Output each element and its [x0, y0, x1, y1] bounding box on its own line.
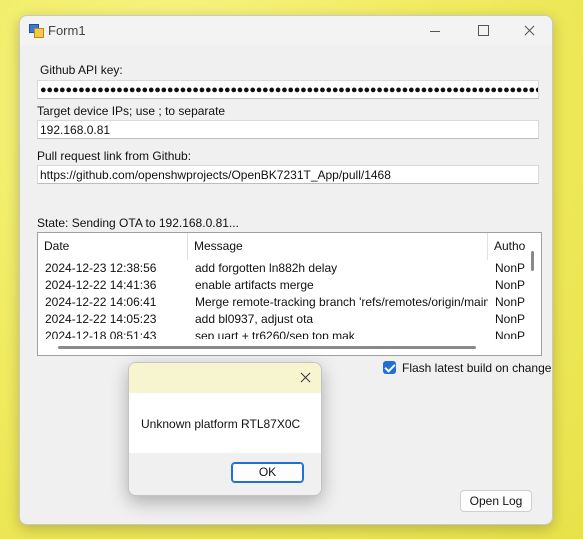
- flash-latest-checkbox[interactable]: [383, 361, 396, 374]
- cell-date: 2024-12-22 14:05:23: [45, 312, 157, 326]
- maximize-button[interactable]: [460, 16, 506, 46]
- cell-date: 2024-12-23 12:38:56: [45, 261, 157, 275]
- message-box: Unknown platform RTL87X0C OK: [128, 362, 322, 496]
- cell-message: add forgotten ln882h delay: [195, 261, 338, 275]
- pr-link-input[interactable]: https://github.com/openshwprojects/OpenB…: [37, 165, 539, 184]
- horizontal-scrollbar[interactable]: [38, 339, 541, 355]
- cell-author: NonP: [495, 278, 526, 292]
- vertical-scrollbar[interactable]: [526, 233, 540, 341]
- table-row[interactable]: 2024-12-22 14:05:23 add bl0937, adjust o…: [38, 311, 541, 328]
- column-header-message[interactable]: Message: [188, 233, 488, 260]
- cell-author: NonP: [495, 295, 526, 309]
- ips-input[interactable]: 192.168.0.81: [37, 120, 539, 139]
- cell-date: 2024-12-22 14:06:41: [45, 295, 157, 309]
- api-key-label: Github API key:: [40, 63, 123, 77]
- ips-label: Target device IPs; use ; to separate: [37, 104, 226, 118]
- cell-message: add bl0937, adjust ota: [195, 312, 314, 326]
- column-header-author[interactable]: Autho: [488, 233, 528, 260]
- cell-message: Merge remote-tracking branch 'refs/remot…: [195, 295, 488, 309]
- close-button[interactable]: [506, 16, 552, 46]
- commits-grid[interactable]: Date Message Autho 2024-12-23 12:38:56 a…: [37, 232, 542, 356]
- flash-latest-label[interactable]: Flash latest build on change: [402, 361, 551, 375]
- open-log-button[interactable]: Open Log: [460, 490, 532, 512]
- checkmark-icon: [384, 361, 396, 373]
- table-row[interactable]: 2024-12-22 14:06:41 Merge remote-trackin…: [38, 294, 541, 311]
- window-title: Form1: [48, 23, 86, 38]
- dialog-footer: OK: [129, 453, 321, 495]
- minimize-icon: [430, 31, 440, 32]
- state-label: State: Sending OTA to 192.168.0.81...: [37, 216, 239, 230]
- dialog-message: Unknown platform RTL87X0C: [141, 417, 301, 431]
- cell-message: enable artifacts merge: [195, 278, 314, 292]
- maximize-icon: [478, 25, 489, 36]
- cell-author: NonP: [495, 312, 526, 326]
- table-row[interactable]: 2024-12-22 14:41:36 enable artifacts mer…: [38, 277, 541, 294]
- cell-author: NonP: [495, 261, 526, 275]
- table-row[interactable]: 2024-12-23 12:38:56 add forgotten ln882h…: [38, 260, 541, 277]
- horizontal-scroll-thumb[interactable]: [58, 346, 476, 349]
- ok-button[interactable]: OK: [231, 462, 304, 483]
- minimize-button[interactable]: [412, 16, 458, 46]
- cell-date: 2024-12-22 14:41:36: [45, 278, 157, 292]
- title-bar[interactable]: Form1: [20, 16, 552, 46]
- grid-header: Date Message Autho: [38, 233, 541, 260]
- api-key-input[interactable]: ●●●●●●●●●●●●●●●●●●●●●●●●●●●●●●●●●●●●●●●●…: [37, 80, 539, 99]
- dialog-body: Unknown platform RTL87X0C: [129, 393, 321, 453]
- pr-link-label: Pull request link from Github:: [37, 149, 192, 163]
- dialog-title-bar[interactable]: [129, 363, 321, 393]
- app-icon: [29, 24, 44, 38]
- vertical-scroll-thumb[interactable]: [531, 251, 534, 271]
- column-header-date[interactable]: Date: [38, 233, 188, 260]
